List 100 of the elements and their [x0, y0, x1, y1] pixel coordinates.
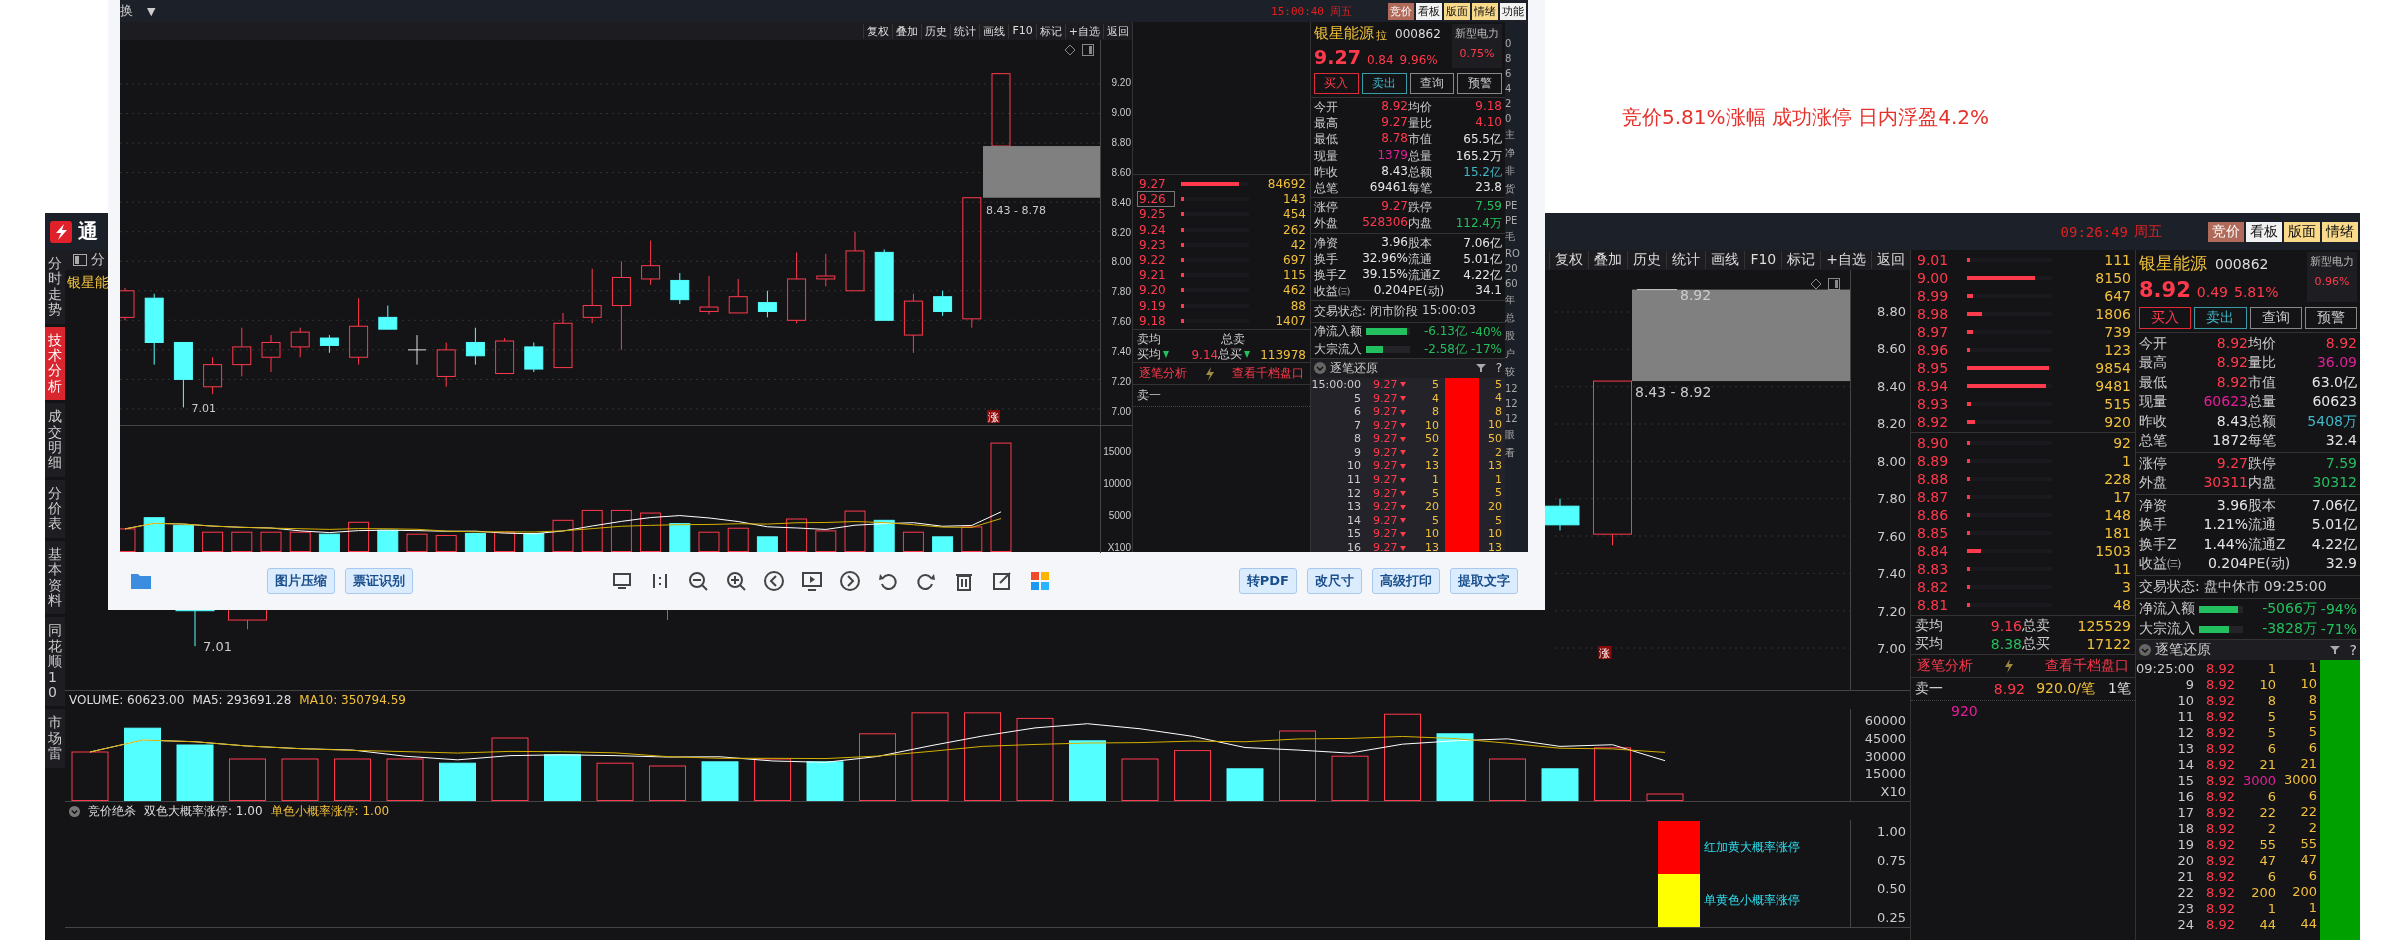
side-tab[interactable]: 市场雷	[45, 709, 65, 768]
price-level[interactable]: 8.87	[1915, 488, 1959, 506]
collapse-icon[interactable]	[69, 805, 80, 817]
view-tab[interactable]: 看板	[1416, 2, 1442, 20]
help-button[interactable]: ?	[2349, 642, 2357, 658]
view-tab[interactable]: 版面	[2284, 221, 2320, 242]
toolbar-item[interactable]: 返回	[1871, 251, 1910, 269]
trade-button[interactable]: 查询	[1409, 73, 1455, 94]
price-level[interactable]: 9.26	[1137, 191, 1175, 208]
toolbar-item[interactable]: 复权	[1549, 251, 1589, 269]
trade-analysis-link[interactable]: 逐笔分析	[1139, 365, 1187, 383]
price-level[interactable]: 8.92	[1915, 413, 1959, 431]
price-level[interactable]: 8.82	[1915, 578, 1959, 596]
toolbar-item[interactable]: +自选	[1064, 23, 1103, 39]
view-tab[interactable]: 情绪	[1472, 2, 1498, 20]
trade-button[interactable]: 买入	[2139, 307, 2192, 329]
previous-icon[interactable]	[762, 570, 785, 592]
toolbar-item[interactable]: 画线	[1705, 251, 1745, 269]
trade-button[interactable]: 查询	[2249, 307, 2302, 329]
price-level[interactable]: 8.90	[1915, 434, 1959, 452]
toolbar-item[interactable]: 叠加	[892, 23, 922, 39]
view-tab[interactable]: 竞价	[1388, 2, 1414, 20]
side-tab[interactable]: 基本资料	[45, 540, 65, 615]
zoom-out-icon[interactable]	[686, 570, 709, 592]
chart-tab[interactable]: 分	[91, 251, 105, 269]
trade-button[interactable]: 买入	[1314, 73, 1359, 94]
price-level[interactable]: 9.00	[1915, 269, 1959, 287]
side-tab[interactable]: 分价表	[45, 479, 65, 538]
price-level[interactable]: 8.97	[1915, 323, 1959, 341]
toolbar-item[interactable]: 统计	[1666, 251, 1706, 269]
view-tab[interactable]: 版面	[1444, 2, 1470, 20]
toolbar-item[interactable]: F10	[1744, 251, 1782, 269]
price-level[interactable]: 8.96	[1915, 341, 1959, 359]
toolbar-item[interactable]: 标记	[1035, 23, 1065, 39]
panel-toggle-icon[interactable]	[1082, 44, 1094, 56]
trade-button[interactable]: 预警	[2304, 307, 2357, 329]
price-level[interactable]: 8.98	[1915, 305, 1959, 323]
view-tab[interactable]: 功能	[1500, 2, 1526, 20]
edit-icon[interactable]	[990, 570, 1013, 592]
toolbar-item[interactable]: 历史	[1627, 251, 1667, 269]
trade-button[interactable]: 卖出	[2194, 307, 2247, 329]
price-level[interactable]: 8.95	[1915, 359, 1959, 377]
price-level[interactable]: 8.81	[1915, 596, 1959, 614]
app-grid-icon[interactable]	[1028, 570, 1051, 592]
price-level[interactable]: 8.89	[1915, 452, 1959, 470]
folder-icon[interactable]	[130, 572, 152, 590]
side-tab[interactable]: 成交明细	[45, 403, 65, 477]
toolbar-item[interactable]: 标记	[1781, 251, 1821, 269]
diamond-icon[interactable]	[1064, 44, 1076, 56]
help-button[interactable]: ?	[1495, 361, 1502, 376]
collapse-icon[interactable]	[2139, 644, 2151, 656]
toolbar-item[interactable]: 历史	[921, 23, 951, 39]
diamond-icon[interactable]	[1810, 278, 1822, 290]
price-level[interactable]: 9.19	[1137, 297, 1175, 314]
toolbar-item[interactable]: +自选	[1820, 251, 1871, 269]
price-level[interactable]: 9.21	[1137, 267, 1175, 284]
dropdown-arrow[interactable]: ▼	[147, 4, 156, 18]
monitor-icon[interactable]	[610, 570, 633, 592]
zoom-in-icon[interactable]	[724, 570, 747, 592]
price-level[interactable]: 9.23	[1137, 236, 1175, 253]
price-level[interactable]: 8.86	[1915, 506, 1959, 524]
view-tab[interactable]: 竞价	[2208, 221, 2244, 242]
price-level[interactable]: 9.22	[1137, 251, 1175, 268]
price-level[interactable]: 9.24	[1137, 221, 1175, 238]
tool-button[interactable]: 图片压缩	[267, 568, 335, 594]
tool-button[interactable]: 提取文字	[1450, 568, 1518, 594]
trade-button[interactable]: 预警	[1457, 73, 1502, 94]
tool-button[interactable]: 改尺寸	[1307, 568, 1362, 594]
price-level[interactable]: 9.25	[1137, 206, 1175, 223]
tool-button[interactable]: 转PDF	[1238, 568, 1297, 594]
collapse-icon[interactable]	[1314, 362, 1326, 375]
trade-analysis-link[interactable]: 逐笔分析	[1917, 657, 1973, 675]
trade-button[interactable]: 卖出	[1361, 73, 1407, 94]
toolbar-item[interactable]: 画线	[979, 23, 1009, 39]
tool-button[interactable]: 票证识别	[345, 568, 413, 594]
toolbar-item[interactable]: F10	[1008, 23, 1036, 39]
filter-icon[interactable]	[1475, 363, 1486, 374]
price-level[interactable]: 8.99	[1915, 287, 1959, 305]
side-tab[interactable]: 分时走势	[45, 250, 65, 324]
side-tab[interactable]: 同花顺10	[45, 617, 65, 707]
price-level[interactable]: 8.85	[1915, 524, 1959, 542]
price-level[interactable]: 8.94	[1915, 377, 1959, 395]
order-depth-link[interactable]: 查看千档盘口	[2045, 657, 2129, 675]
filter-icon[interactable]	[2329, 645, 2340, 655]
price-level[interactable]: 9.01	[1915, 251, 1959, 269]
price-level[interactable]: 9.18	[1137, 312, 1175, 329]
price-level[interactable]: 8.83	[1915, 560, 1959, 578]
tool-button[interactable]: 高级打印	[1372, 568, 1440, 594]
toolbar-item[interactable]: 返回	[1103, 23, 1132, 39]
price-level[interactable]: 9.27	[1137, 176, 1175, 192]
price-level[interactable]: 9.20	[1137, 282, 1175, 299]
price-level[interactable]: 8.88	[1915, 470, 1959, 488]
toolbar-item[interactable]: 叠加	[1588, 251, 1628, 269]
order-depth-link[interactable]: 查看千档盘口	[1232, 365, 1304, 383]
next-icon[interactable]	[838, 570, 861, 592]
price-level[interactable]: 8.93	[1915, 395, 1959, 413]
side-tab[interactable]: 技术分析	[45, 326, 65, 401]
toolbar-item[interactable]: 复权	[863, 23, 893, 39]
slideshow-icon[interactable]	[800, 570, 823, 592]
view-tab[interactable]: 情绪	[2322, 221, 2358, 242]
